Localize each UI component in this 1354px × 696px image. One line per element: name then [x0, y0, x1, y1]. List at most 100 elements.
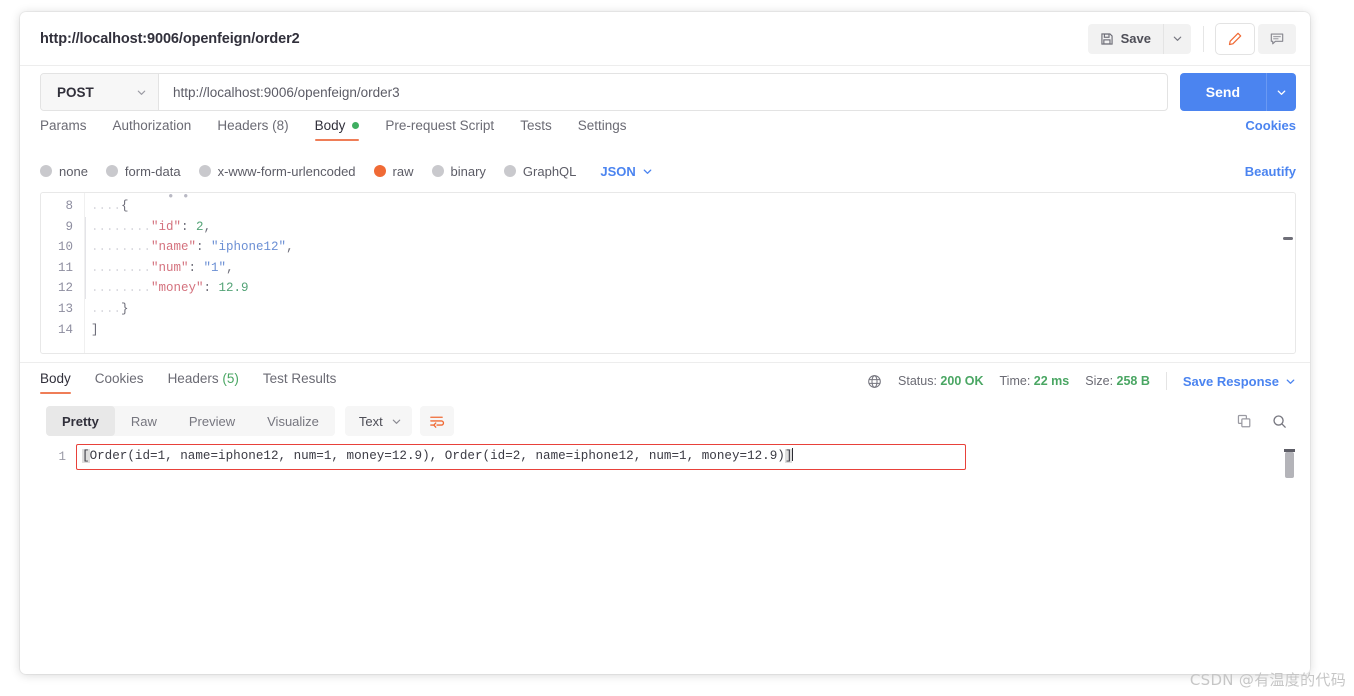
response-tab-headers[interactable]: Headers (5) [168, 371, 239, 394]
editor-clipped-line: • • [137, 193, 190, 198]
response-scrollbar-thumb[interactable] [1284, 449, 1295, 478]
word-wrap-button[interactable] [419, 406, 454, 436]
body-type-urlencoded[interactable]: x-www-form-urlencoded [198, 164, 356, 179]
response-body-panel[interactable]: 1 [Order(id=1, name=iphone12, num=1, mon… [20, 440, 1310, 674]
tab-body-label: Body [314, 118, 346, 133]
tab-authorization-label: Authorization [112, 118, 192, 133]
editor-code-line: ........"id": 2, [91, 217, 1295, 238]
edit-request-button[interactable] [1216, 23, 1254, 54]
tab-params[interactable]: Params [40, 118, 87, 141]
tab-settings[interactable]: Settings [578, 118, 627, 141]
status-stat: Status: 200 OK [898, 374, 984, 388]
editor-code-line: ] [91, 320, 1295, 341]
send-button-group: Send [1179, 73, 1296, 111]
comment-icon [1269, 31, 1285, 47]
request-title-bar: http://localhost:9006/openfeign/order2 S… [20, 12, 1310, 66]
send-button[interactable]: Send [1179, 73, 1266, 111]
radio-icon [40, 165, 52, 177]
body-type-binary[interactable]: binary [431, 163, 486, 179]
tab-headers[interactable]: Headers (8) [217, 118, 288, 141]
editor-line-number: 10 [57, 240, 73, 255]
http-method-select[interactable]: POST [41, 74, 159, 110]
response-body-highlight[interactable]: [Order(id=1, name=iphone12, num=1, money… [76, 444, 966, 470]
code-token: 2 [188, 219, 204, 234]
time-stat: Time: 22 ms [1000, 374, 1070, 388]
request-url-input[interactable] [159, 74, 1167, 110]
beautify-link[interactable]: Beautify [1245, 164, 1296, 179]
editor-code-line: ........"money": 12.9 [91, 278, 1295, 299]
postman-request-window: http://localhost:9006/openfeign/order2 S… [20, 12, 1310, 674]
floppy-disk-icon [1100, 32, 1114, 46]
send-options-caret[interactable] [1266, 73, 1296, 111]
status-value: 200 OK [940, 374, 984, 388]
tab-tests[interactable]: Tests [520, 118, 552, 141]
editor-scrollbar[interactable] [1283, 197, 1293, 349]
response-tab-test-results[interactable]: Test Results [263, 371, 337, 394]
tab-settings-label: Settings [577, 118, 627, 133]
save-response-label: Save Response [1182, 373, 1279, 389]
radio-icon [503, 165, 516, 177]
response-tab-headers-label: Headers (5) [167, 371, 239, 386]
response-tab-body[interactable]: Body [40, 371, 71, 394]
search-icon [1271, 413, 1288, 430]
save-response-button[interactable]: Save Response [1183, 374, 1296, 389]
code-token: : [188, 260, 197, 275]
body-type-graphql[interactable]: GraphQL [503, 164, 576, 179]
response-tab-cookies[interactable]: Cookies [95, 371, 144, 394]
cookies-link[interactable]: Cookies [1245, 118, 1296, 133]
body-type-raw[interactable]: raw [373, 163, 414, 179]
code-token: { [121, 199, 129, 213]
code-token: "id" [151, 219, 182, 234]
body-type-none[interactable]: none [40, 164, 88, 179]
editor-scrollbar-thumb[interactable] [1283, 237, 1293, 240]
size-value: 258 B [1116, 374, 1150, 388]
toolbar-divider [1203, 25, 1204, 52]
editor-line-number: 9 [65, 219, 73, 234]
body-type-form-data[interactable]: form-data [105, 164, 181, 179]
body-type-binary-label: binary [450, 163, 486, 179]
response-tab-test-results-label: Test Results [262, 371, 337, 386]
response-view-segmented: Pretty Raw Preview Visualize [46, 406, 335, 436]
radio-icon [198, 165, 211, 177]
tab-params-label: Params [40, 118, 87, 133]
response-tab-body-label: Body [40, 371, 71, 386]
code-token: : [203, 281, 212, 296]
body-type-raw-label: raw [392, 163, 414, 179]
chevron-down-icon [642, 166, 653, 177]
http-method-label: POST [57, 84, 94, 100]
tab-authorization[interactable]: Authorization [113, 118, 192, 141]
code-token: } [121, 301, 129, 316]
time-label: Time: [999, 374, 1031, 388]
code-token: "iphone12" [203, 240, 287, 255]
copy-button[interactable] [1236, 413, 1253, 430]
request-body-editor[interactable]: 891011121314 • • ....{........"id": 2,..… [40, 192, 1296, 354]
view-preview[interactable]: Preview [173, 406, 251, 436]
radio-icon [431, 165, 444, 177]
size-label: Size: [1085, 374, 1114, 388]
request-title: http://localhost:9006/openfeign/order2 [40, 30, 300, 47]
search-response-button[interactable] [1271, 413, 1288, 430]
editor-code-line: ....} [91, 299, 1295, 320]
chevron-down-icon [136, 87, 147, 98]
watermark: CSDN @有温度的代码 [1189, 671, 1346, 689]
editor-code-line: ........"name": "iphone12", [91, 237, 1295, 258]
comment-button[interactable] [1258, 23, 1296, 54]
view-visualize[interactable]: Visualize [251, 406, 335, 436]
editor-line-numbers: 8 9 10 11 12 13 14 [41, 193, 85, 353]
url-bar: POST Send [20, 66, 1310, 118]
editor-code-area[interactable]: • • ....{........"id": 2,........"name":… [85, 193, 1295, 353]
tab-pre-request-script[interactable]: Pre-request Script [385, 118, 494, 141]
tab-body[interactable]: Body [314, 118, 360, 141]
code-token: : [196, 240, 204, 255]
view-raw[interactable]: Raw [115, 406, 173, 436]
radio-icon [105, 165, 118, 177]
body-type-none-label: none [59, 163, 88, 179]
body-format-select[interactable]: JSON [600, 164, 652, 179]
save-options-caret[interactable] [1163, 23, 1191, 54]
tab-headers-label: Headers (8) [217, 118, 289, 133]
editor-line-number: 8 [65, 199, 73, 213]
view-pretty[interactable]: Pretty [46, 406, 115, 436]
response-body-main: Order(id=1, name=iphone12, num=1, money=… [89, 449, 785, 463]
save-button[interactable]: Save [1088, 24, 1163, 54]
response-format-select[interactable]: Text [344, 406, 412, 436]
